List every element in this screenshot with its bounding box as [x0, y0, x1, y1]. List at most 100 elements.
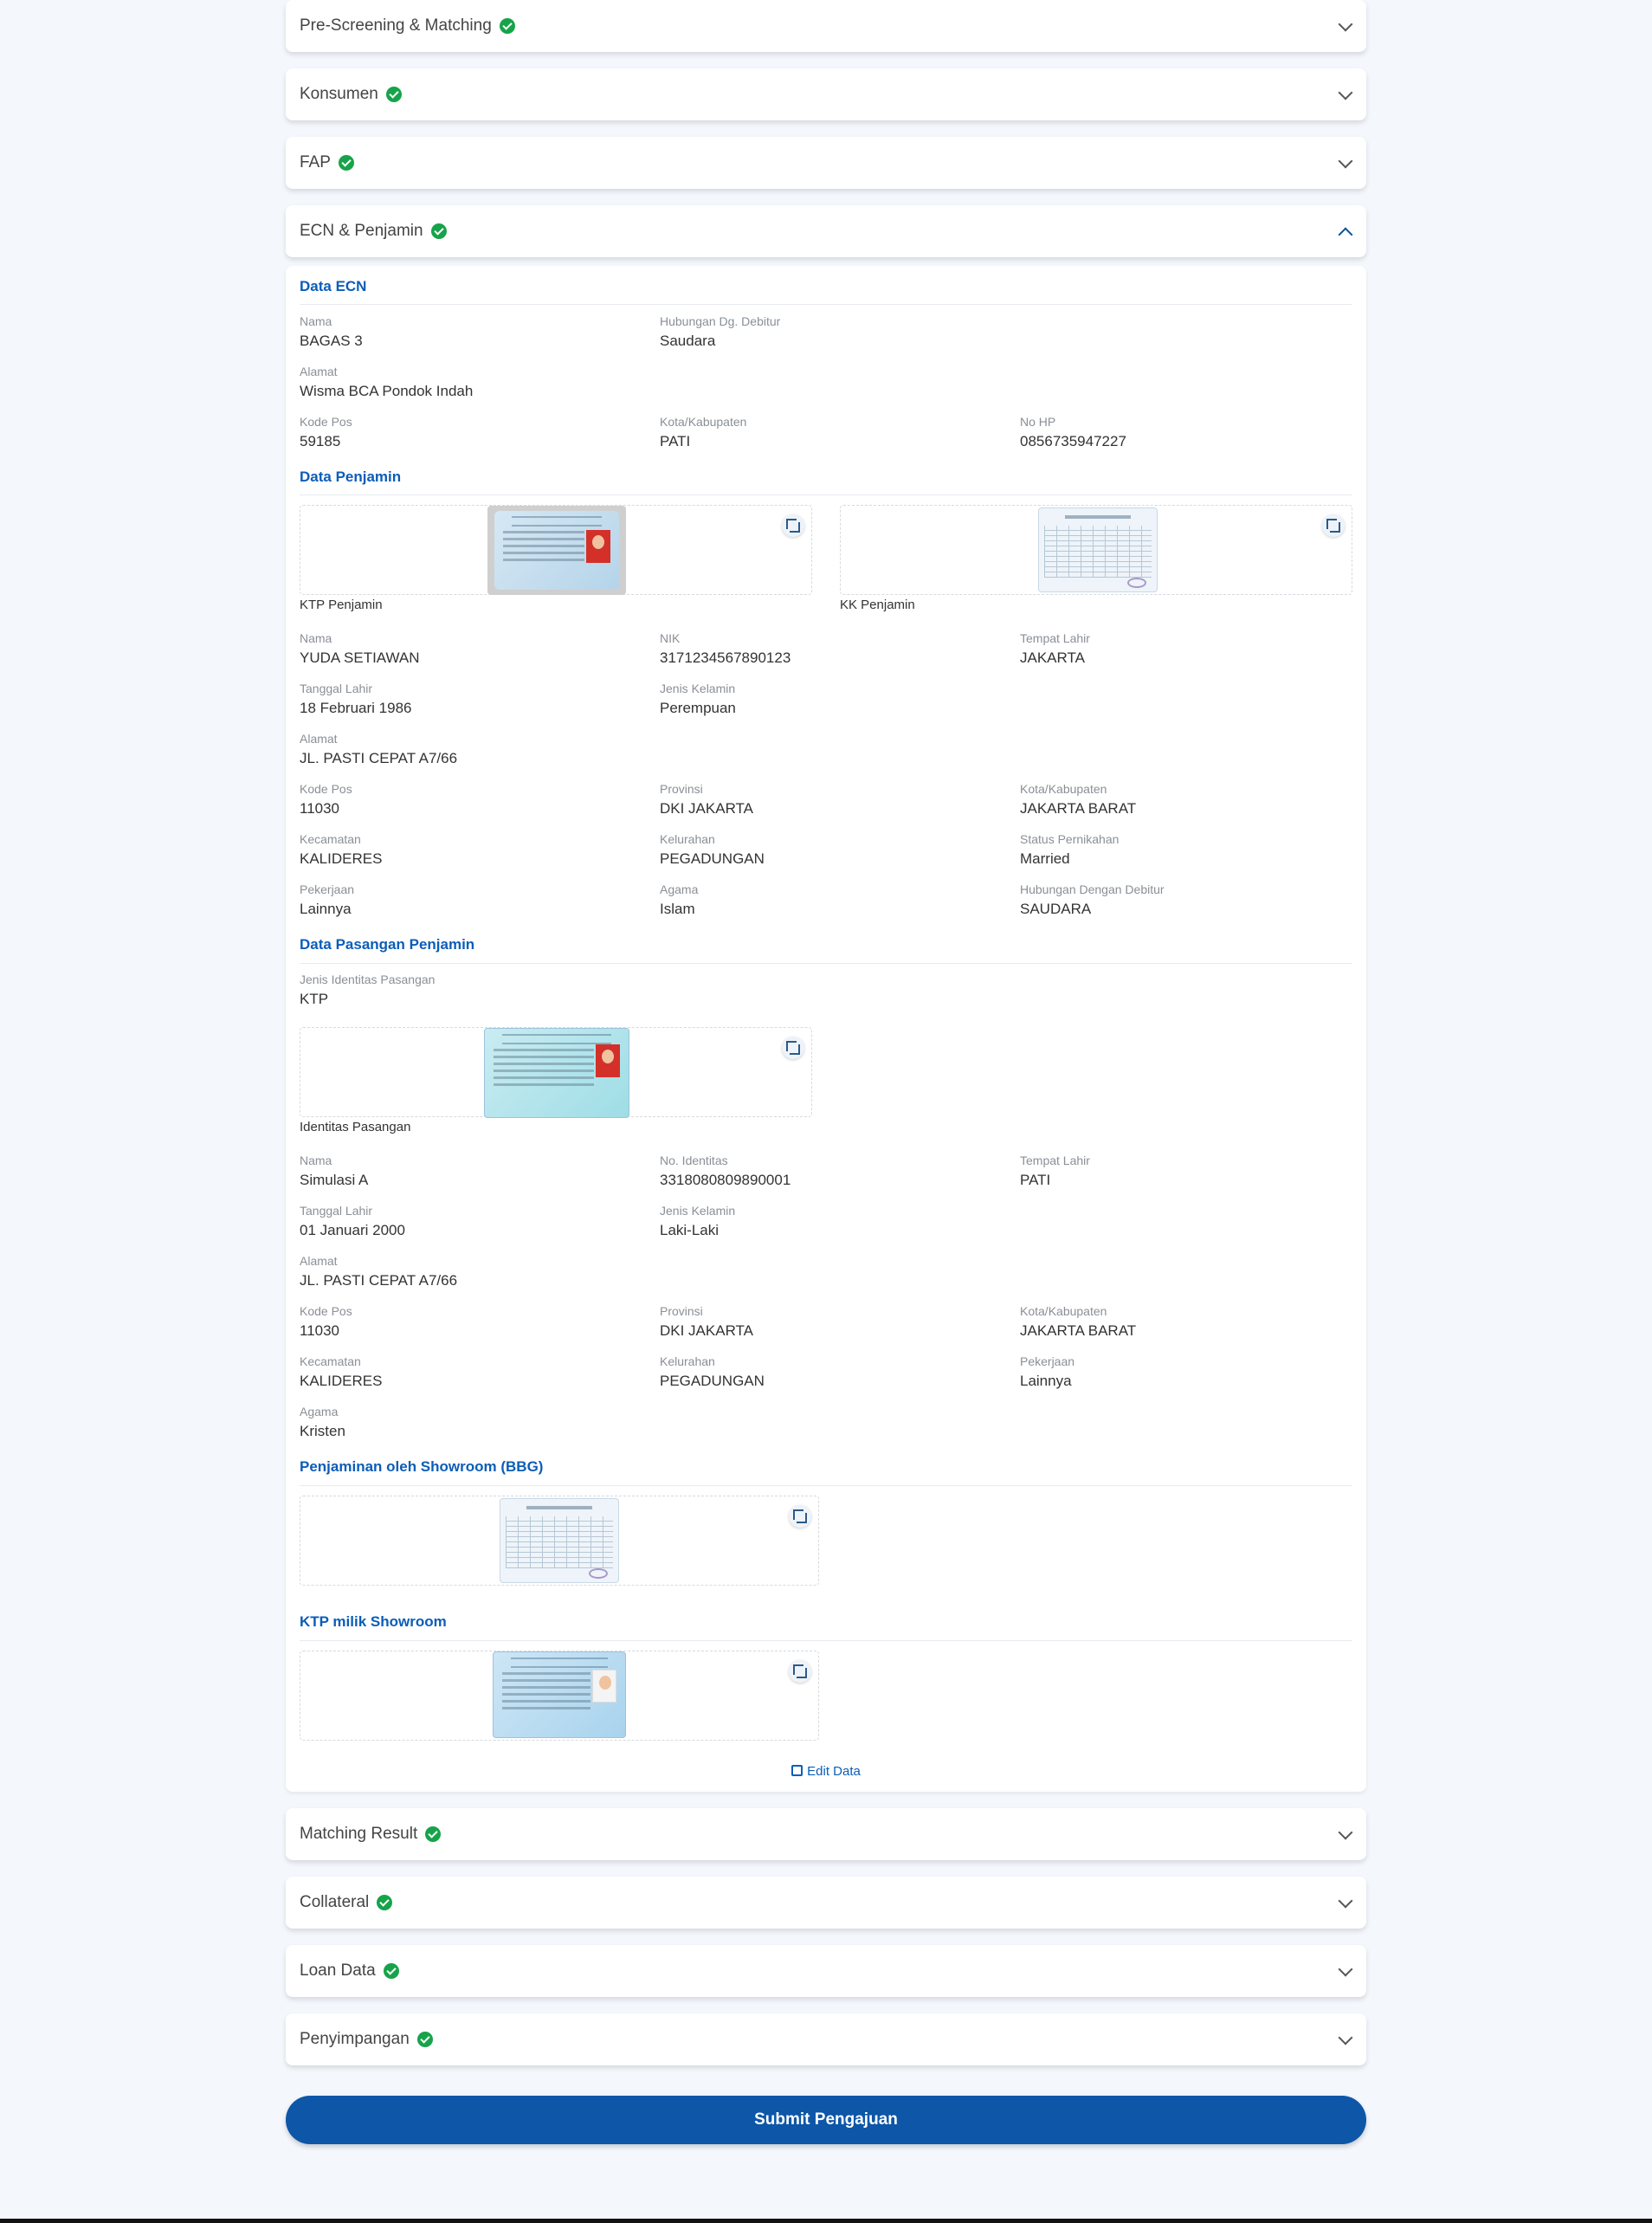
ktp-showroom-image[interactable]	[493, 1651, 626, 1738]
accordion-penyimpangan[interactable]: Penyimpangan	[286, 2013, 1366, 2065]
field-ecn-alamat: Alamat Wisma BCA Pondok Indah	[300, 365, 473, 400]
check-icon	[430, 223, 447, 239]
chevron-down-icon[interactable]	[1338, 85, 1353, 100]
chevron-down-icon[interactable]	[1338, 1893, 1353, 1909]
field-ecn-kode-pos: Kode Pos 59185	[300, 415, 352, 450]
accordion-fap[interactable]: FAP	[286, 137, 1366, 189]
accordion-title: Pre-Screening & Matching	[300, 16, 492, 35]
value: Simulasi A	[300, 1172, 369, 1188]
check-icon	[338, 155, 354, 171]
value: PEGADUNGAN	[660, 1373, 765, 1389]
accordion-matching-result[interactable]: Matching Result	[286, 1808, 1366, 1860]
check-icon	[385, 87, 402, 102]
field-pasangan-nama: Nama Simulasi A	[300, 1154, 368, 1189]
chevron-down-icon[interactable]	[1338, 153, 1353, 169]
identitas-pasangan-image[interactable]	[484, 1028, 629, 1118]
kk-penjamin-image[interactable]	[1038, 507, 1158, 592]
value: PEGADUNGAN	[660, 850, 765, 867]
chevron-down-icon[interactable]	[1338, 2030, 1353, 2045]
accordion-collateral[interactable]: Collateral	[286, 1877, 1366, 1929]
value: JAKARTA BARAT	[1020, 800, 1137, 817]
chevron-up-icon[interactable]	[1338, 227, 1353, 242]
chevron-down-icon[interactable]	[1338, 16, 1353, 32]
accordion-title: Collateral	[300, 1893, 370, 1911]
expand-icon[interactable]	[789, 1505, 811, 1528]
value: Married	[1020, 850, 1070, 867]
label: Status Pernikahan	[1020, 832, 1120, 846]
label: Provinsi	[660, 782, 703, 796]
accordion-ecn-penjamin[interactable]: ECN & Penjamin	[286, 205, 1366, 257]
divider	[300, 1640, 1352, 1641]
value: 11030	[300, 800, 340, 817]
label: Nama	[300, 631, 332, 645]
field-ecn-hubungan: Hubungan Dg. Debitur Saudara	[660, 314, 780, 350]
field-penjamin-tempat-lahir: Tempat Lahir JAKARTA	[1020, 631, 1090, 667]
field-penjamin-provinsi: Provinsi DKI JAKARTA	[660, 782, 753, 817]
label: Provinsi	[660, 1304, 703, 1318]
value: 0856735947227	[1020, 433, 1126, 449]
expand-icon[interactable]	[1322, 514, 1345, 537]
value: DKI JAKARTA	[660, 800, 754, 817]
field-penjamin-nama: Nama YUDA SETIAWAN	[300, 631, 420, 667]
value: BAGAS 3	[300, 333, 363, 349]
field-pasangan-tempat-lahir: Tempat Lahir PATI	[1020, 1154, 1090, 1189]
accordion-konsumen[interactable]: Konsumen	[286, 68, 1366, 120]
edit-icon	[791, 1765, 803, 1776]
check-icon	[416, 2032, 433, 2047]
ktp-showroom-image-box[interactable]	[300, 1651, 819, 1741]
label: Alamat	[300, 365, 338, 378]
chevron-down-icon[interactable]	[1338, 1961, 1353, 1977]
expand-icon[interactable]	[782, 514, 804, 537]
label: Tempat Lahir	[1020, 631, 1090, 645]
value: 01 Januari 2000	[300, 1222, 405, 1238]
field-penjamin-alamat: Alamat JL. PASTI CEPAT A7/66	[300, 732, 457, 767]
field-penjamin-kelurahan: Kelurahan PEGADUNGAN	[660, 832, 765, 868]
chevron-down-icon[interactable]	[1338, 1825, 1353, 1840]
ecn-penjamin-panel: Data ECN Nama BAGAS 3 Hubungan Dg. Debit…	[286, 266, 1366, 1792]
field-pasangan-kecamatan: Kecamatan KALIDERES	[300, 1354, 382, 1390]
field-penjamin-hubungan: Hubungan Dengan Debitur SAUDARA	[1020, 882, 1165, 918]
value: 3171234567890123	[660, 649, 791, 666]
edit-data-button[interactable]: Edit Data	[286, 1764, 1366, 1779]
section-title-data-penjamin: Data Penjamin	[300, 469, 402, 485]
kk-penjamin-image-box[interactable]	[840, 505, 1352, 595]
bottom-bar	[0, 2219, 1652, 2223]
identitas-pasangan-image-box[interactable]	[300, 1027, 812, 1118]
label: Nama	[300, 314, 332, 328]
ktp-penjamin-caption: KTP Penjamin	[300, 598, 383, 612]
expand-icon[interactable]	[782, 1037, 804, 1059]
check-icon	[425, 1826, 442, 1842]
value: KALIDERES	[300, 850, 383, 867]
label: Hubungan Dengan Debitur	[1020, 882, 1165, 896]
label: Jenis Kelamin	[660, 1204, 736, 1218]
accordion-title: FAP	[300, 153, 331, 171]
accordion-loan-data[interactable]: Loan Data	[286, 1945, 1366, 1997]
field-penjamin-kode-pos: Kode Pos 11030	[300, 782, 352, 817]
label: Kode Pos	[300, 415, 352, 429]
penjaminan-showroom-image-box[interactable]	[300, 1496, 819, 1586]
value: Laki-Laki	[660, 1222, 720, 1238]
penjaminan-showroom-image[interactable]	[500, 1498, 619, 1583]
submit-pengajuan-button[interactable]: Submit Pengajuan	[286, 2096, 1366, 2144]
field-pasangan-pekerjaan: Pekerjaan Lainnya	[1020, 1354, 1074, 1390]
label: Kota/Kabupaten	[1020, 782, 1107, 796]
expand-icon[interactable]	[789, 1660, 811, 1683]
section-title-ktp-showroom: KTP milik Showroom	[300, 1613, 447, 1630]
ktp-penjamin-image[interactable]	[487, 506, 626, 595]
identitas-pasangan-caption: Identitas Pasangan	[300, 1120, 411, 1134]
value: JAKARTA	[1020, 649, 1085, 666]
label: Tempat Lahir	[1020, 1154, 1090, 1167]
divider	[300, 1485, 1352, 1486]
label: Alamat	[300, 1254, 338, 1268]
accordion-pre-screening[interactable]: Pre-Screening & Matching	[286, 0, 1366, 52]
field-ecn-nama: Nama BAGAS 3	[300, 314, 363, 350]
check-icon	[377, 1895, 393, 1910]
ktp-penjamin-image-box[interactable]	[300, 505, 812, 595]
label: Nama	[300, 1154, 332, 1167]
label: Tanggal Lahir	[300, 1204, 373, 1218]
accordion-title: Matching Result	[300, 1825, 418, 1843]
field-ecn-no-hp: No HP 0856735947227	[1020, 415, 1126, 450]
value: Perempuan	[660, 700, 736, 716]
value: KTP	[300, 991, 329, 1007]
value: DKI JAKARTA	[660, 1322, 754, 1339]
